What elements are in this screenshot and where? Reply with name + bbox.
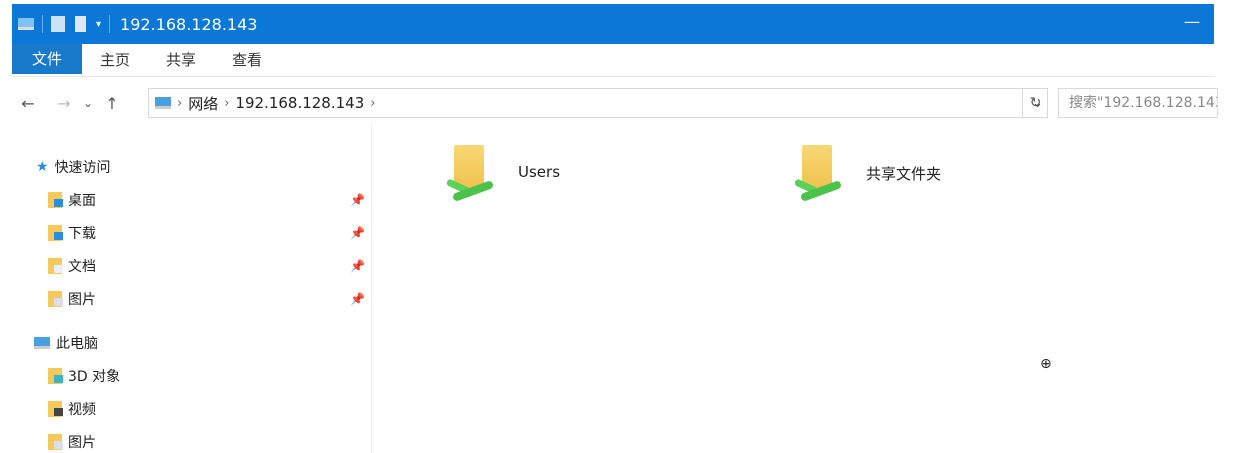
shared-folder-icon xyxy=(444,143,504,207)
sidebar-item-quick-access[interactable]: ★ 快速访问 xyxy=(36,157,111,177)
sidebar-item-videos[interactable]: 视频 xyxy=(48,399,96,419)
sidebar-item-documents[interactable]: 文档 📌 xyxy=(48,256,368,276)
recent-locations-button[interactable]: ⌄ xyxy=(76,96,100,110)
forward-button[interactable]: → xyxy=(52,94,76,113)
pin-icon[interactable]: 📌 xyxy=(350,259,365,273)
network-computer-icon xyxy=(155,97,171,109)
zoom-cursor-icon: ⊕ xyxy=(1040,356,1052,372)
tab-share[interactable]: 共享 xyxy=(148,44,214,76)
star-icon: ★ xyxy=(36,159,49,175)
sidebar-item-downloads[interactable]: 下载 📌 xyxy=(48,223,368,243)
download-icon xyxy=(48,225,63,241)
refresh-button[interactable]: ↻ xyxy=(1022,88,1048,118)
window-title: 192.168.128.143 xyxy=(120,14,258,34)
computer-icon xyxy=(18,18,34,30)
new-folder-icon[interactable] xyxy=(75,16,86,32)
breadcrumb-network[interactable]: 网络 xyxy=(188,93,218,114)
videos-icon xyxy=(48,401,63,417)
sidebar-item-this-pc[interactable]: 此电脑 xyxy=(34,333,98,353)
pictures-icon xyxy=(48,434,63,450)
file-explorer-window: ▾ 192.168.128.143 — 文件 主页 共享 查看 ← → ⌄ ↑ … xyxy=(12,3,1218,453)
folder-item-shared[interactable]: 共享文件夹 xyxy=(792,143,941,207)
pin-icon[interactable]: 📌 xyxy=(350,292,365,306)
pin-icon[interactable]: 📌 xyxy=(350,193,365,207)
tab-home[interactable]: 主页 xyxy=(82,44,148,76)
properties-icon[interactable] xyxy=(51,16,65,32)
tab-view[interactable]: 查看 xyxy=(214,44,280,76)
breadcrumb-host[interactable]: 192.168.128.143 xyxy=(235,94,364,112)
sidebar-item-pictures[interactable]: 图片 📌 xyxy=(48,289,368,309)
computer-icon xyxy=(34,337,50,349)
sidebar-item-desktop[interactable]: 桌面 📌 xyxy=(48,190,368,210)
sidebar-item-pictures-pc[interactable]: 图片 xyxy=(48,432,96,452)
title-bar: ▾ 192.168.128.143 — xyxy=(12,4,1214,44)
ribbon-tabs: 文件 主页 共享 查看 xyxy=(12,44,1214,77)
documents-icon xyxy=(48,258,63,274)
3d-objects-icon xyxy=(48,368,63,384)
pictures-icon xyxy=(48,291,63,307)
back-button[interactable]: ← xyxy=(16,94,40,113)
search-input[interactable]: 搜索"192.168.128.143" xyxy=(1058,88,1218,118)
minimize-button[interactable]: — xyxy=(1184,12,1200,31)
up-button[interactable]: ↑ xyxy=(100,94,124,113)
navigation-bar: ← → ⌄ ↑ › 网络 › 192.168.128.143 › ⌄ ↻ 搜索"… xyxy=(12,88,1218,118)
address-bar[interactable]: › 网络 › 192.168.128.143 › ⌄ xyxy=(148,88,1048,118)
shared-folder-icon xyxy=(792,143,852,207)
pin-icon[interactable]: 📌 xyxy=(350,226,365,240)
navigation-pane: ★ 快速访问 桌面 📌 下载 📌 文档 📌 图片 📌 此电脑 3D 对象 视频 图片 xyxy=(12,123,372,453)
desktop-icon xyxy=(48,192,63,208)
folder-item-users[interactable]: Users xyxy=(444,143,560,207)
tab-file[interactable]: 文件 xyxy=(12,44,83,74)
customize-qat-icon[interactable]: ▾ xyxy=(96,19,101,30)
sidebar-item-3d-objects[interactable]: 3D 对象 xyxy=(48,366,120,386)
